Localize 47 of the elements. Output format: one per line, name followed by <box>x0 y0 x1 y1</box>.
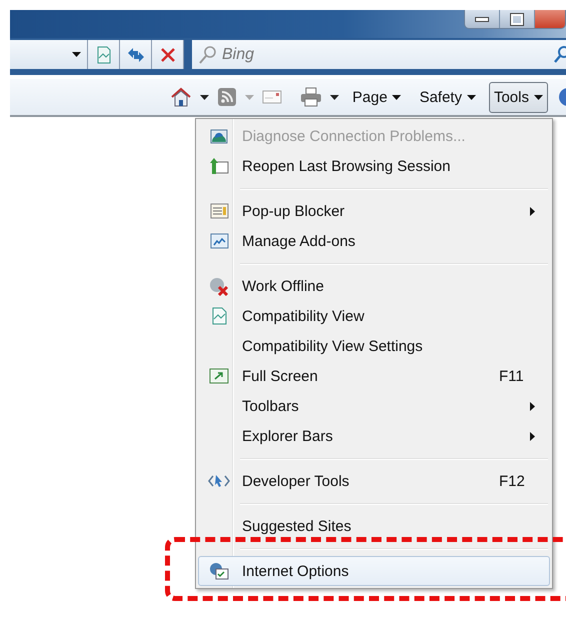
menu-item[interactable]: Work Offline <box>198 271 550 301</box>
menu-button[interactable]: Page <box>347 82 406 112</box>
menu-item[interactable]: Suggested Sites <box>198 511 550 541</box>
menu-item[interactable]: Developer Tools F12 <box>198 466 550 496</box>
magnifier-icon <box>198 44 218 64</box>
caret-icon[interactable] <box>200 94 210 100</box>
menu-item[interactable]: Explorer Bars <box>198 421 550 451</box>
address-field[interactable] <box>10 40 88 69</box>
caret-icon <box>534 94 543 100</box>
menu-item[interactable]: Pop-up Blocker <box>198 196 550 226</box>
internet-options-icon <box>209 562 229 580</box>
search-icon[interactable] <box>554 44 566 64</box>
feed-icon[interactable] <box>217 87 238 107</box>
caret-icon <box>392 94 402 100</box>
full-screen-icon <box>209 368 229 384</box>
home-icon[interactable] <box>170 86 192 108</box>
popup-icon <box>210 203 228 219</box>
mail-icon[interactable] <box>262 89 282 105</box>
printer-icon[interactable] <box>300 87 322 107</box>
window-arrow-icon <box>209 157 229 175</box>
compatibility-view-button[interactable] <box>88 40 120 69</box>
search-field[interactable]: Bing <box>192 40 566 69</box>
addons-icon <box>210 233 228 249</box>
compatibility-icon <box>212 307 226 325</box>
refresh-icon <box>126 46 146 64</box>
stop-button[interactable] <box>152 40 184 69</box>
menu-item[interactable]: Toolbars <box>198 391 550 421</box>
maximize-button[interactable] <box>499 10 534 28</box>
menu-item[interactable]: Compatibility View <box>198 301 550 331</box>
close-icon <box>160 46 176 62</box>
menu-item[interactable]: Compatibility View Settings <box>198 331 550 361</box>
menu-item[interactable]: Internet Options <box>198 556 550 586</box>
globe-icon[interactable] <box>556 87 566 107</box>
menu-item[interactable]: Manage Add-ons <box>198 226 550 256</box>
menu-item[interactable]: Full Screen F11 <box>198 361 550 391</box>
menu-item[interactable]: Reopen Last Browsing Session <box>198 151 550 181</box>
menu-button[interactable]: Safety <box>414 82 481 112</box>
developer-tools-icon <box>208 473 230 489</box>
caret-icon <box>72 52 81 57</box>
caret-icon <box>466 94 476 100</box>
refresh-button[interactable] <box>120 40 152 69</box>
minimize-button[interactable] <box>465 10 499 28</box>
compatibility-icon <box>96 46 112 64</box>
offline-globe-icon <box>209 276 229 296</box>
menu-button[interactable]: Tools <box>488 82 548 112</box>
caret-icon[interactable] <box>330 94 340 100</box>
network-icon <box>210 128 228 144</box>
